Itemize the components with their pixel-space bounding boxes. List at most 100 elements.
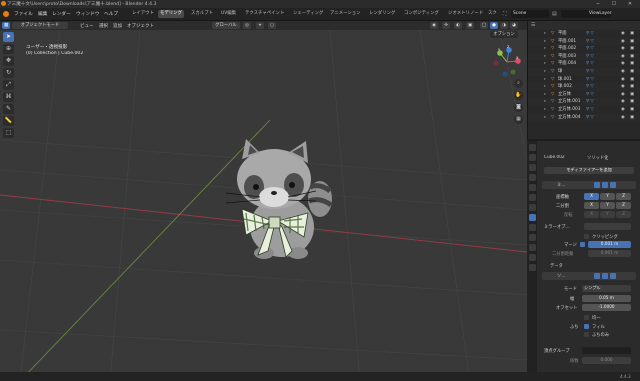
view-layer-tab-icon[interactable] — [528, 174, 536, 181]
render-camera-icon[interactable]: ▣ — [630, 83, 634, 91]
modifier-tab-icon[interactable] — [528, 214, 536, 221]
solidify-edit-toggle-icon[interactable] — [594, 273, 600, 279]
data-subpanel-label[interactable]: データ — [550, 263, 563, 269]
blender-menu-icon[interactable] — [3, 11, 9, 17]
constraints-tab-icon[interactable] — [528, 244, 536, 251]
edit-mode-toggle-icon[interactable] — [594, 182, 600, 188]
raccoon-model[interactable] — [212, 127, 352, 267]
maximize-button[interactable]: ☐ — [608, 0, 620, 8]
render-camera-icon[interactable]: ▣ — [630, 76, 634, 84]
cursor-icon[interactable]: ⊕ — [3, 44, 14, 54]
expand-arrow-icon[interactable]: ▸ — [544, 60, 546, 68]
tab-texture-paint[interactable]: テクスチャペイント — [243, 10, 286, 18]
outliner-item[interactable]: ▸ ▽ 球 ⚲ ▽ ◉ ▣ — [528, 67, 640, 76]
bisect-y-toggle[interactable]: Y — [600, 202, 615, 209]
viewport-toggle-icon[interactable] — [602, 182, 608, 188]
menu-edit[interactable]: 編集 — [38, 11, 47, 17]
render-camera-icon[interactable]: ▣ — [630, 60, 634, 68]
visibility-eye-icon[interactable]: ◉ — [621, 83, 625, 91]
expand-arrow-icon[interactable]: ▸ — [544, 76, 546, 84]
expand-arrow-icon[interactable]: ▸ — [544, 30, 546, 38]
physics-tab-icon[interactable] — [528, 234, 536, 241]
world-tab-icon[interactable] — [528, 194, 536, 201]
mode-selector[interactable]: オブジェクトモード — [12, 22, 68, 29]
scene-tab-icon[interactable] — [528, 184, 536, 191]
expand-arrow-icon[interactable]: ▸ — [544, 83, 546, 91]
rim-only-checkbox[interactable] — [584, 332, 589, 337]
outliner-item[interactable]: ▸ ▽ 平面.003 ⚲ ▽ ◉ ▣ — [528, 52, 640, 61]
options-button[interactable]: オプション — [490, 31, 518, 38]
menu-render[interactable]: レンダー — [52, 11, 71, 17]
outliner-item[interactable]: ▸ ▽ 立方体 ⚲ ▽ ◉ ▣ — [528, 90, 640, 99]
render-camera-icon[interactable]: ▣ — [630, 38, 634, 46]
outliner-item[interactable]: ▸ ▽ 平面.001 ⚲ ▽ ◉ ▣ — [528, 37, 640, 46]
menu-view[interactable]: ビュー — [80, 23, 94, 29]
menu-object[interactable]: オブジェクト — [127, 23, 154, 29]
snap-icon[interactable]: ⌖ — [256, 22, 264, 29]
visibility-eye-icon[interactable]: ◉ — [621, 114, 625, 122]
visibility-eye-icon[interactable]: ◉ — [621, 38, 625, 46]
menu-add[interactable]: 追加 — [113, 23, 122, 29]
render-camera-icon[interactable]: ▣ — [630, 98, 634, 106]
shading-solid-icon[interactable]: ● — [490, 22, 498, 29]
render-toggle-icon[interactable] — [610, 182, 616, 188]
tool-tab-icon[interactable] — [528, 144, 536, 151]
render-camera-icon[interactable]: ▣ — [630, 114, 634, 122]
flip-z-toggle[interactable]: Z — [616, 211, 631, 218]
add-modifier-button[interactable]: モディファイアーを追加 — [544, 167, 634, 174]
solidify-render-toggle-icon[interactable] — [610, 273, 616, 279]
menu-select[interactable]: 選択 — [99, 23, 108, 29]
solidify-modifier-header[interactable]: ソ... — [542, 272, 636, 280]
visibility-eye-icon[interactable]: ◉ — [621, 98, 625, 106]
menu-help[interactable]: ヘルプ — [104, 11, 118, 17]
tab-scripting[interactable]: スク — [486, 10, 502, 18]
material-tab-icon[interactable] — [528, 264, 536, 271]
tab-shading[interactable]: シェーディング — [291, 10, 325, 18]
mode-dropdown[interactable]: シンプル — [582, 285, 631, 292]
mirror-object-field[interactable] — [584, 223, 631, 230]
annotate-icon[interactable]: ✎ — [3, 104, 14, 114]
visibility-eye-icon[interactable]: ◉ — [621, 45, 625, 53]
3d-viewport[interactable]: ユーザー・透視投影 (0) Collection | Cube.002 オプショ… — [0, 30, 527, 381]
shading-render-icon[interactable]: ◕ — [510, 22, 518, 29]
visibility-eye-icon[interactable]: ◉ — [621, 106, 625, 114]
pivot-icon[interactable]: ◎ — [243, 22, 251, 29]
transform-orientation-selector[interactable]: グローバル — [212, 22, 240, 29]
add-cube-icon[interactable]: ⬚ — [3, 128, 14, 138]
bisect-z-toggle[interactable]: Z — [616, 202, 631, 209]
render-camera-icon[interactable]: ▣ — [630, 30, 634, 38]
vertex-group-field[interactable] — [582, 347, 631, 354]
outliner-item[interactable]: ▸ ▽ 球.002 ⚲ ▽ ◉ ▣ — [528, 83, 640, 91]
view-layer-selector[interactable]: ViewLayer — [561, 10, 612, 18]
particles-tab-icon[interactable] — [528, 224, 536, 231]
move-icon[interactable]: ✥ — [3, 56, 14, 66]
outliner-item[interactable]: ▸ ▽ 平面 ⚲ ▽ ◉ ▣ — [528, 30, 640, 38]
bisect-distance-field[interactable]: 0.001 m — [588, 250, 631, 257]
gizmo-toggle-icon[interactable]: ✣ — [442, 22, 450, 29]
minimize-button[interactable]: ─ — [592, 0, 604, 8]
outliner-item[interactable]: ▸ ▽ 球.001 ⚲ ▽ ◉ ▣ — [528, 75, 640, 84]
expand-arrow-icon[interactable]: ▸ — [544, 114, 546, 122]
solidify-viewport-toggle-icon[interactable] — [602, 273, 608, 279]
expand-arrow-icon[interactable]: ▸ — [544, 98, 546, 106]
expand-arrow-icon[interactable]: ▸ — [544, 91, 546, 99]
factor-field[interactable]: 0.000 — [582, 357, 631, 364]
expand-arrow-icon[interactable]: ▸ — [544, 53, 546, 61]
transform-icon[interactable]: ⌘ — [3, 92, 14, 102]
tab-uv-editing[interactable]: UV編集 — [219, 10, 238, 18]
axis-x-toggle[interactable]: X — [584, 193, 599, 200]
even-thickness-checkbox[interactable] — [584, 315, 589, 320]
outliner-item[interactable]: ▸ ▽ 平面.002 ⚲ ▽ ◉ ▣ — [528, 45, 640, 53]
tab-modeling[interactable]: モデリング — [158, 10, 184, 18]
render-camera-icon[interactable]: ▣ — [630, 68, 634, 76]
expand-arrow-icon[interactable]: ▸ — [544, 68, 546, 76]
visibility-eye-icon[interactable]: ◉ — [621, 30, 625, 38]
perspective-toggle-icon[interactable]: ▦ — [514, 115, 523, 124]
data-tab-icon[interactable] — [528, 254, 536, 261]
shading-material-icon[interactable]: ◑ — [500, 22, 508, 29]
tab-layout[interactable]: レイアウト — [130, 10, 156, 18]
thickness-field[interactable]: 0.05 m — [582, 295, 631, 302]
flip-x-toggle[interactable]: X — [584, 211, 599, 218]
object-tab-icon[interactable] — [528, 204, 536, 211]
editor-type-icon[interactable]: ▦ — [2, 22, 10, 29]
